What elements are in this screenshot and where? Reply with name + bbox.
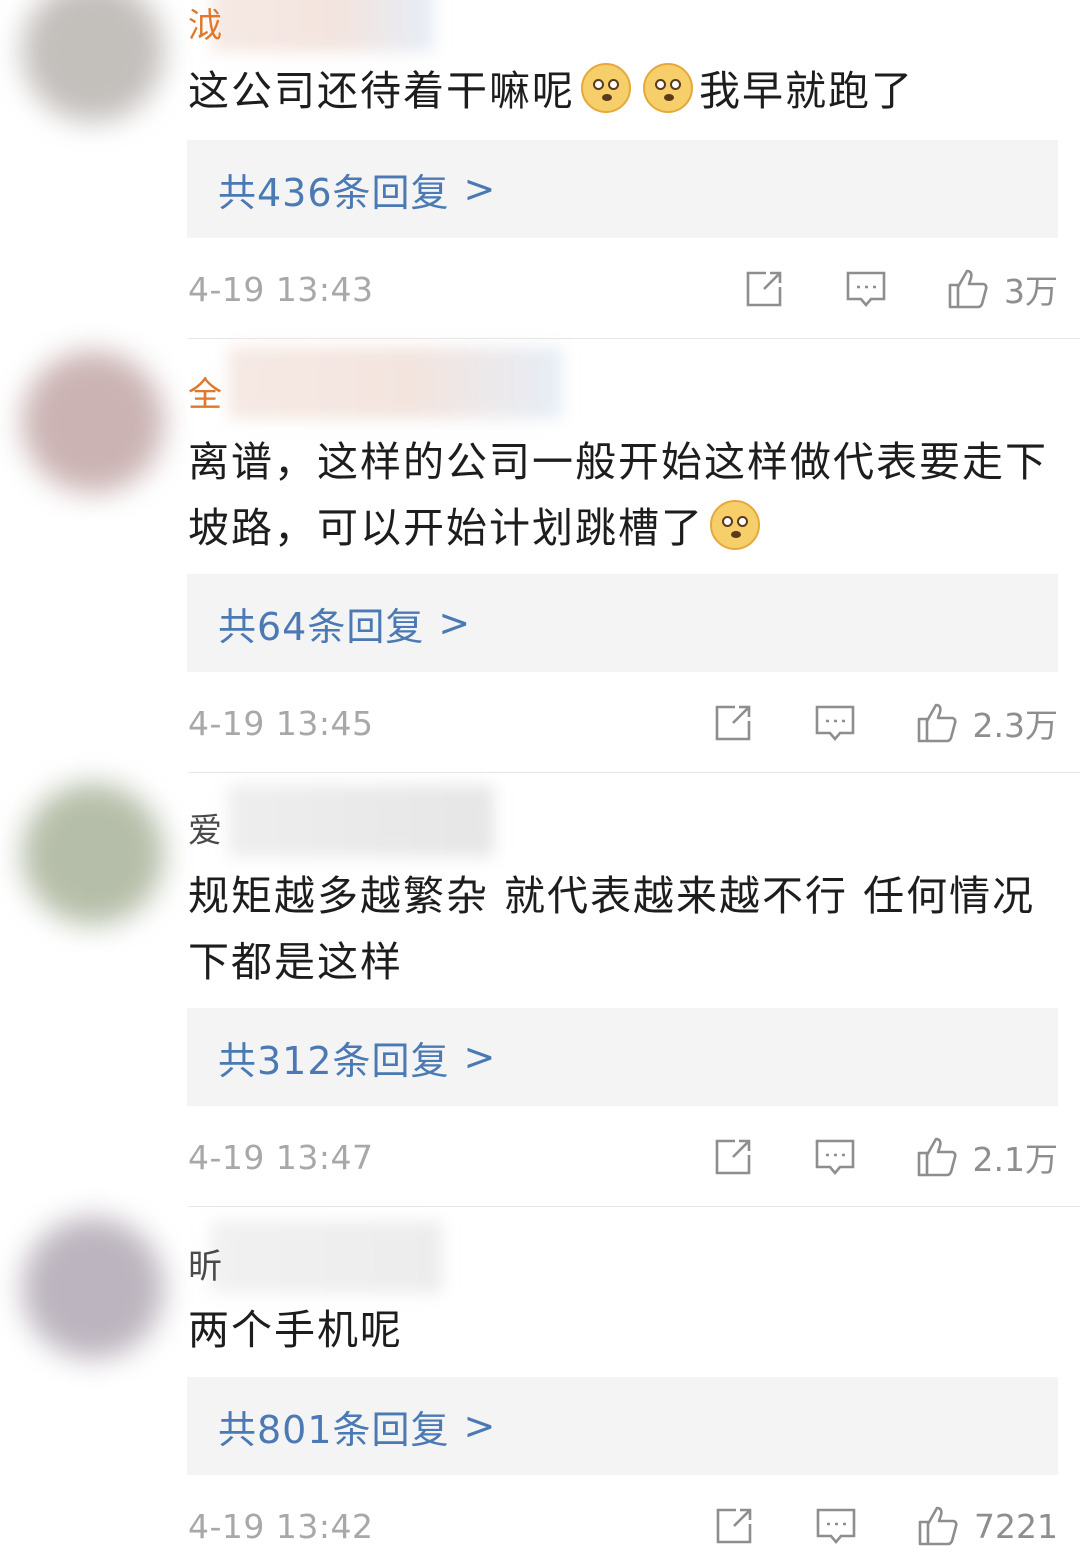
username[interactable]: 全 bbox=[188, 375, 222, 415]
comment-meta: 4-19 13:45 2.3万 bbox=[188, 698, 1058, 748]
like-icon bbox=[948, 269, 988, 309]
divider bbox=[188, 772, 1080, 773]
comment-text: 这公司还待着干嘛呢 我早就跑了 bbox=[188, 58, 1058, 124]
replies-link[interactable]: 共64条回复 > bbox=[187, 574, 1058, 672]
like-count: 2.1万 bbox=[972, 1140, 1058, 1179]
username-blur bbox=[212, 0, 434, 52]
comment-icon bbox=[815, 705, 854, 742]
share-icon bbox=[715, 705, 750, 741]
username-blur bbox=[228, 785, 494, 857]
comment-meta: 4-19 13:42 7221 bbox=[188, 1501, 1058, 1551]
chevron-right-icon: > bbox=[463, 167, 497, 211]
share-icon bbox=[746, 271, 782, 307]
username[interactable]: 昕 bbox=[188, 1247, 222, 1287]
avatar[interactable] bbox=[22, 0, 164, 122]
chevron-right-icon: > bbox=[463, 1404, 497, 1448]
doge-emoji-icon bbox=[581, 63, 631, 113]
comment-icon bbox=[816, 1508, 856, 1545]
share-button[interactable] bbox=[711, 701, 755, 745]
divider bbox=[188, 1206, 1080, 1207]
timestamp: 4-19 13:45 bbox=[188, 703, 374, 743]
like-count: 2.3万 bbox=[972, 706, 1058, 745]
comment-meta: 4-19 13:47 2.1万 bbox=[188, 1132, 1058, 1182]
avatar[interactable] bbox=[22, 351, 164, 493]
comment-text: 两个手机呢 bbox=[188, 1306, 403, 1354]
username[interactable]: 爱 bbox=[188, 811, 222, 851]
like-icon bbox=[917, 1137, 957, 1177]
like-button[interactable]: 2.1万 bbox=[915, 1133, 1058, 1181]
comment-icon bbox=[815, 1139, 854, 1176]
comment-button[interactable] bbox=[814, 1504, 858, 1548]
timestamp: 4-19 13:47 bbox=[188, 1137, 374, 1177]
chevron-right-icon: > bbox=[438, 601, 472, 645]
timestamp: 4-19 13:43 bbox=[188, 269, 374, 309]
like-count: 7221 bbox=[974, 1506, 1058, 1546]
chevron-right-icon: > bbox=[463, 1035, 497, 1079]
like-icon bbox=[918, 1506, 958, 1546]
like-icon bbox=[917, 703, 957, 743]
comment-button[interactable] bbox=[813, 701, 857, 745]
doge-emoji-icon bbox=[710, 500, 760, 550]
doge-emoji-icon bbox=[643, 63, 693, 113]
comment-button[interactable] bbox=[813, 1135, 857, 1179]
avatar[interactable] bbox=[22, 783, 164, 925]
timestamp: 4-19 13:42 bbox=[188, 1506, 374, 1546]
comment-icon bbox=[846, 271, 886, 308]
avatar[interactable] bbox=[22, 1217, 164, 1359]
share-icon bbox=[715, 1139, 750, 1175]
share-icon bbox=[716, 1508, 752, 1544]
replies-link[interactable]: 共436条回复 > bbox=[187, 140, 1058, 238]
replies-link[interactable]: 共312条回复 > bbox=[187, 1008, 1058, 1106]
share-button[interactable] bbox=[712, 1504, 756, 1548]
share-button[interactable] bbox=[742, 267, 786, 311]
share-button[interactable] bbox=[711, 1135, 755, 1179]
comment-text: 离谱，这样的公司一般开始这样做代表要走下坡路，可以开始计划跳槽了 bbox=[188, 438, 1048, 552]
username-blur bbox=[210, 1221, 442, 1293]
username-blur bbox=[228, 347, 562, 419]
comment-text: 规矩越多越繁杂 就代表越来越不行 任何情况下都是这样 bbox=[188, 872, 1036, 986]
like-button[interactable]: 3万 bbox=[946, 265, 1058, 313]
username[interactable]: 泧 bbox=[188, 6, 222, 46]
comment-button[interactable] bbox=[844, 267, 888, 311]
divider bbox=[188, 338, 1080, 339]
comment-meta: 4-19 13:43 3万 bbox=[188, 264, 1058, 314]
like-count: 3万 bbox=[1004, 272, 1058, 311]
like-button[interactable]: 7221 bbox=[916, 1504, 1058, 1548]
like-button[interactable]: 2.3万 bbox=[915, 699, 1058, 747]
replies-link[interactable]: 共801条回复 > bbox=[187, 1377, 1058, 1475]
